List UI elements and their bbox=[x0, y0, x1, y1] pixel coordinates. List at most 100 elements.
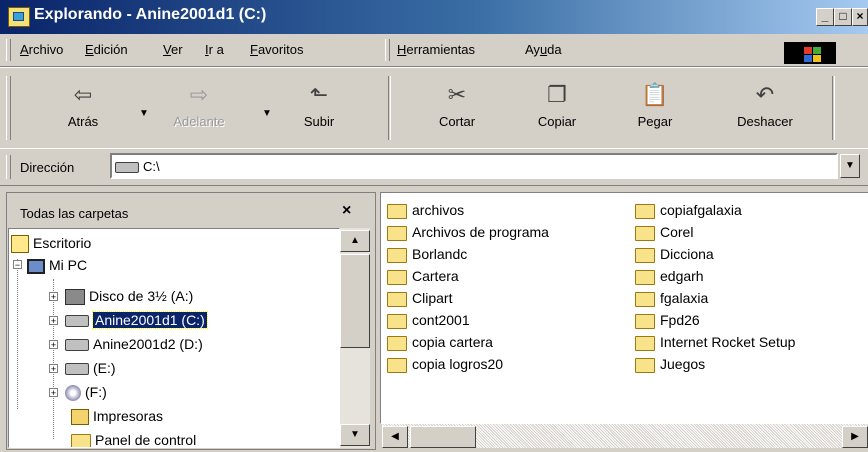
expand-anine2001d2[interactable]: + bbox=[49, 340, 58, 350]
list-item[interactable]: fgalaxia bbox=[635, 287, 708, 309]
folder-icon bbox=[635, 291, 655, 307]
tree-item-disco-a[interactable]: Disco de 3½ (A:) bbox=[65, 286, 193, 306]
back-dropdown[interactable]: ▼ bbox=[139, 108, 149, 119]
back-arrow-icon: ⇦ bbox=[73, 82, 93, 107]
address-input[interactable] bbox=[110, 153, 838, 179]
folder-icon bbox=[387, 335, 407, 351]
menu-bar: Archivo Edición Ver Ir a Favoritos Herra… bbox=[0, 34, 868, 67]
printer-folder-icon bbox=[71, 409, 89, 426]
menu-grip[interactable] bbox=[6, 39, 11, 61]
close-pane-button[interactable]: × bbox=[342, 202, 351, 220]
menu-ver[interactable]: Ver bbox=[163, 42, 183, 57]
horizontal-scroll-thumb[interactable] bbox=[410, 426, 476, 448]
list-item[interactable]: copia cartera bbox=[387, 331, 493, 353]
scroll-right-button[interactable]: ▶ bbox=[842, 426, 868, 448]
list-item[interactable]: Dicciona bbox=[635, 243, 714, 265]
forward-dropdown[interactable]: ▼ bbox=[262, 108, 272, 119]
paste-button[interactable]: 📋 Pegar bbox=[618, 82, 692, 140]
tree-item-e[interactable]: (E:) bbox=[65, 358, 116, 378]
copy-button[interactable]: ❐ Copiar bbox=[520, 82, 594, 140]
folder-icon bbox=[635, 269, 655, 285]
tree-scroll-up-button[interactable]: ▲ bbox=[340, 230, 370, 252]
expand-anine2001d1[interactable]: + bbox=[49, 316, 58, 326]
tree-line bbox=[17, 259, 18, 409]
toolbar-grip[interactable] bbox=[6, 76, 11, 140]
folder-icon bbox=[387, 225, 407, 241]
tree-scroll-down-button[interactable]: ▼ bbox=[340, 424, 370, 446]
undo-button[interactable]: ↶ Deshacer bbox=[724, 82, 806, 140]
hard-drive-icon bbox=[115, 162, 139, 173]
list-item[interactable]: archivos bbox=[387, 199, 464, 221]
list-item[interactable]: copiafgalaxia bbox=[635, 199, 742, 221]
drive-icon bbox=[65, 363, 89, 376]
tree-item-f[interactable]: (F:) bbox=[65, 382, 107, 402]
forward-arrow-icon: ⇨ bbox=[189, 82, 209, 107]
menu-ayuda[interactable]: Ayuda bbox=[525, 42, 562, 57]
list-item[interactable]: Archivos de programa bbox=[387, 221, 549, 243]
explorer-icon bbox=[8, 7, 30, 27]
tree-scroll-thumb[interactable] bbox=[340, 254, 370, 348]
menu-edicion[interactable]: Edición bbox=[85, 42, 128, 57]
close-button[interactable]: × bbox=[852, 8, 868, 26]
folder-tree[interactable]: Escritorio − Mi PC + Disco de 3½ (A:) + … bbox=[8, 228, 340, 448]
cut-button[interactable]: ✂ Cortar bbox=[420, 82, 494, 140]
menu-herramientas[interactable]: Herramientas bbox=[397, 42, 475, 57]
list-item[interactable]: edgarh bbox=[635, 265, 704, 287]
menu-ir-a[interactable]: Ir a bbox=[205, 42, 224, 57]
list-item[interactable]: Juegos bbox=[635, 353, 705, 375]
menu-favoritos[interactable]: Favoritos bbox=[250, 42, 303, 57]
floppy-drive-icon bbox=[65, 289, 85, 306]
tree-item-mi-pc[interactable]: Mi PC bbox=[27, 255, 87, 275]
folder-icon bbox=[635, 225, 655, 241]
forward-button[interactable]: ⇨ Adelante bbox=[162, 82, 236, 140]
collapse-mi-pc[interactable]: − bbox=[13, 260, 22, 270]
tree-item-panel-de-control[interactable]: Panel de control bbox=[71, 430, 196, 447]
folder-icon bbox=[387, 357, 407, 373]
up-folder-icon: ⬑ bbox=[309, 82, 329, 107]
folder-icon bbox=[387, 291, 407, 307]
up-button[interactable]: ⬑ Subir bbox=[282, 82, 356, 140]
desktop-icon bbox=[11, 235, 29, 254]
address-label: Dirección bbox=[20, 160, 75, 175]
maximize-button[interactable]: □ bbox=[834, 8, 852, 26]
expand-e[interactable]: + bbox=[49, 364, 58, 374]
address-dropdown-button[interactable]: ▼ bbox=[840, 154, 860, 178]
folder-icon bbox=[387, 269, 407, 285]
folder-icon bbox=[635, 313, 655, 329]
file-list[interactable]: archivos Archivos de programa Borlandc C… bbox=[380, 192, 868, 424]
tree-item-escritorio[interactable]: Escritorio bbox=[11, 233, 91, 254]
tree-item-impresoras[interactable]: Impresoras bbox=[71, 406, 163, 426]
address-value: C:\ bbox=[143, 159, 160, 174]
minimize-button[interactable]: _ bbox=[816, 8, 834, 26]
control-panel-icon bbox=[71, 433, 91, 447]
scroll-left-button[interactable]: ◀ bbox=[382, 426, 408, 448]
clipboard-icon: 📋 bbox=[641, 82, 669, 107]
undo-icon: ↶ bbox=[755, 82, 775, 107]
tree-line bbox=[53, 279, 54, 439]
folder-icon bbox=[635, 357, 655, 373]
list-item[interactable]: Fpd26 bbox=[635, 309, 700, 331]
tree-item-anine2001d2[interactable]: Anine2001d2 (D:) bbox=[65, 334, 203, 354]
back-button[interactable]: ⇦ Atrás bbox=[46, 82, 120, 140]
list-item[interactable]: Borlandc bbox=[387, 243, 467, 265]
folder-icon bbox=[387, 313, 407, 329]
list-item[interactable]: Clipart bbox=[387, 287, 452, 309]
scissors-icon: ✂ bbox=[447, 82, 467, 107]
toolbar-separator-right bbox=[832, 76, 835, 140]
address-grip[interactable] bbox=[6, 155, 11, 179]
folder-icon bbox=[635, 203, 655, 219]
windows-logo-icon bbox=[784, 42, 836, 64]
tree-item-anine2001d1[interactable]: Anine2001d1 (C:) bbox=[65, 310, 208, 330]
list-item[interactable]: Cartera bbox=[387, 265, 459, 287]
menu-separator bbox=[385, 39, 390, 61]
list-item[interactable]: copia logros20 bbox=[387, 353, 503, 375]
expand-f[interactable]: + bbox=[49, 388, 58, 398]
list-item[interactable]: Corel bbox=[635, 221, 693, 243]
expand-disco-a[interactable]: + bbox=[49, 292, 58, 302]
menu-archivo[interactable]: Archivo bbox=[20, 42, 63, 57]
folders-pane-title: Todas las carpetas bbox=[20, 206, 129, 221]
toolbar-separator bbox=[388, 76, 391, 140]
list-item[interactable]: cont2001 bbox=[387, 309, 470, 331]
list-item[interactable]: Internet Rocket Setup bbox=[635, 331, 795, 353]
computer-icon bbox=[27, 258, 45, 274]
